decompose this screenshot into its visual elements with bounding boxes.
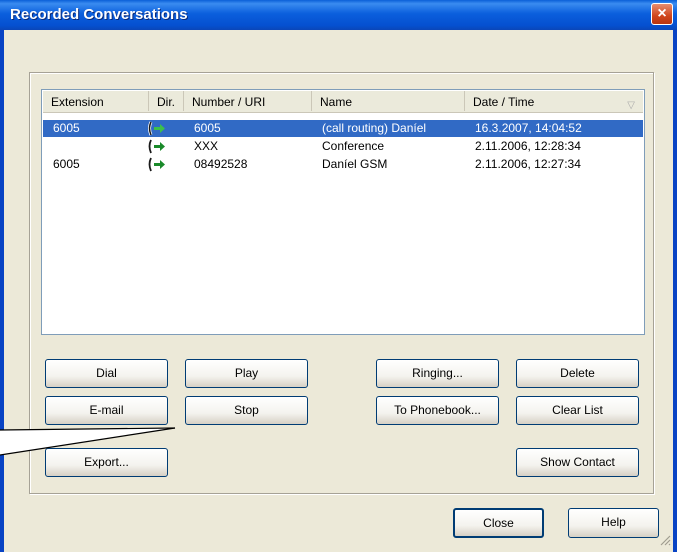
clear-list-button[interactable]: Clear List <box>516 396 639 425</box>
row-number: 08492528 <box>194 157 248 171</box>
row-name: (call routing) Daníel <box>322 121 427 135</box>
conversations-list[interactable]: Extension Dir. Number / URI Name Date / … <box>41 89 645 335</box>
stop-button[interactable]: Stop <box>185 396 308 425</box>
window-frame-right <box>673 30 677 552</box>
table-row[interactable]: 6005 08492528 Daníel GSM 2.11.2006, 12:2… <box>43 156 643 173</box>
ringing-button[interactable]: Ringing... <box>376 359 499 388</box>
close-window-icon[interactable]: × <box>651 3 673 25</box>
column-header-direction[interactable]: Dir. <box>149 91 184 111</box>
row-number: 6005 <box>194 121 221 135</box>
window-title: Recorded Conversations <box>10 6 188 23</box>
outgoing-call-icon <box>148 157 165 172</box>
column-header-number[interactable]: Number / URI <box>184 91 312 111</box>
table-row[interactable]: 6005 6005 (call routing) Daníel 16.3.200… <box>43 120 643 137</box>
column-header-extension[interactable]: Extension <box>43 91 149 111</box>
help-button[interactable]: Help <box>568 508 659 538</box>
row-extension: 6005 <box>53 157 80 171</box>
row-datetime: 2.11.2006, 12:27:34 <box>475 157 581 171</box>
title-bar[interactable]: Recorded Conversations × <box>0 0 677 30</box>
column-header-datetime-label: Date / Time <box>473 95 535 109</box>
column-header-name[interactable]: Name <box>312 91 465 111</box>
table-row[interactable]: XXX Conference 2.11.2006, 12:28:34 <box>43 138 643 155</box>
row-datetime: 2.11.2006, 12:28:34 <box>475 139 581 153</box>
row-name: Conference <box>322 139 385 153</box>
to-phonebook-button[interactable]: To Phonebook... <box>376 396 499 425</box>
row-name: Daníel GSM <box>322 157 388 171</box>
recorded-conversations-window: Recorded Conversations × Extension Dir. … <box>0 0 677 552</box>
row-extension: 6005 <box>53 121 80 135</box>
column-header-datetime[interactable]: Date / Time ▽ <box>465 91 643 111</box>
outgoing-call-icon <box>148 139 165 154</box>
sort-descending-icon: ▽ <box>627 100 635 111</box>
outgoing-call-icon <box>148 121 165 136</box>
row-number: XXX <box>194 139 219 153</box>
delete-button[interactable]: Delete <box>516 359 639 388</box>
window-frame-left <box>0 30 4 552</box>
close-button[interactable]: Close <box>453 508 544 538</box>
email-button[interactable]: E-mail <box>45 396 168 425</box>
play-button[interactable]: Play <box>185 359 308 388</box>
export-button[interactable]: Export... <box>45 448 168 477</box>
row-datetime: 16.3.2007, 14:04:52 <box>475 121 582 135</box>
dial-button[interactable]: Dial <box>45 359 168 388</box>
resize-grip-icon[interactable] <box>659 534 671 546</box>
show-contact-button[interactable]: Show Contact <box>516 448 639 477</box>
list-header: Extension Dir. Number / URI Name Date / … <box>43 91 643 113</box>
